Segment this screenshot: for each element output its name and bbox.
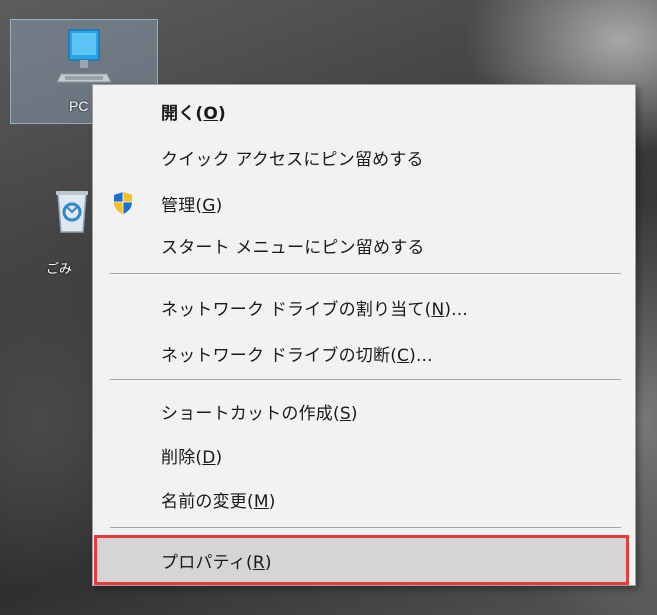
- menu-item-disconnect-network-drive[interactable]: ネットワーク ドライブの切断(C)...: [94, 331, 634, 375]
- menu-item-label: ネットワーク ドライブの切断(: [161, 345, 398, 366]
- desktop: PC ごみ 開く(O) クイック アクセスにピン留めする 管理(G) スタート …: [0, 0, 657, 615]
- menu-item-label-suffix: )...: [444, 299, 469, 320]
- menu-item-access-key: N: [431, 299, 445, 320]
- menu-item-label: クイック アクセスにピン留めする: [161, 149, 424, 170]
- menu-item-label: 開く(: [161, 103, 204, 124]
- menu-item-label: 削除(: [161, 447, 203, 468]
- menu-item-label-suffix: ): [218, 103, 227, 124]
- menu-item-rename[interactable]: 名前の変更(M): [94, 477, 634, 521]
- menu-item-access-key: R: [252, 552, 265, 573]
- menu-item-delete[interactable]: 削除(D): [94, 433, 634, 477]
- menu-item-pin-start[interactable]: スタート メニューにピン留めする: [94, 223, 634, 267]
- menu-item-label-suffix: ): [350, 403, 358, 424]
- context-menu: 開く(O) クイック アクセスにピン留めする 管理(G) スタート メニューにピ…: [92, 84, 636, 586]
- menu-item-access-key: C: [397, 345, 410, 366]
- menu-separator: [110, 273, 621, 274]
- menu-separator: [110, 527, 621, 528]
- desktop-icon-label: PC: [69, 98, 89, 114]
- menu-item-pin-quick-access[interactable]: クイック アクセスにピン留めする: [94, 135, 634, 179]
- shield-icon: [112, 191, 134, 219]
- recycle-bin-icon: [52, 186, 92, 240]
- menu-item-label-suffix: ): [215, 447, 223, 468]
- menu-item-create-shortcut[interactable]: ショートカットの作成(S): [94, 389, 634, 433]
- desktop-icon-label: ごみ: [46, 262, 73, 277]
- menu-item-access-key: O: [203, 103, 219, 124]
- menu-item-label-suffix: ): [264, 552, 272, 573]
- menu-item-label: 名前の変更(: [161, 491, 254, 512]
- menu-item-access-key: M: [253, 491, 269, 512]
- menu-item-map-network-drive[interactable]: ネットワーク ドライブの割り当て(N)...: [94, 285, 634, 329]
- menu-item-label: ショートカットの作成(: [161, 403, 340, 424]
- menu-item-access-key: D: [202, 447, 216, 468]
- menu-item-access-key: S: [339, 403, 351, 424]
- menu-item-label-suffix: ): [215, 195, 223, 216]
- menu-item-label-suffix: )...: [409, 345, 433, 366]
- menu-separator: [110, 379, 621, 380]
- menu-item-label: ネットワーク ドライブの割り当て(: [161, 299, 432, 320]
- menu-item-open[interactable]: 開く(O): [94, 89, 634, 133]
- menu-item-label: スタート メニューにピン留めする: [161, 237, 425, 258]
- desktop-icon-recycle-bin[interactable]: ごみ: [40, 180, 100, 277]
- menu-item-access-key: G: [202, 195, 216, 216]
- menu-item-properties[interactable]: プロパティ(R): [94, 535, 629, 585]
- menu-item-manage[interactable]: 管理(G): [94, 181, 634, 225]
- menu-item-label: 管理(: [161, 195, 203, 216]
- menu-item-label-suffix: ): [268, 491, 276, 512]
- menu-item-label: プロパティ(: [161, 552, 253, 573]
